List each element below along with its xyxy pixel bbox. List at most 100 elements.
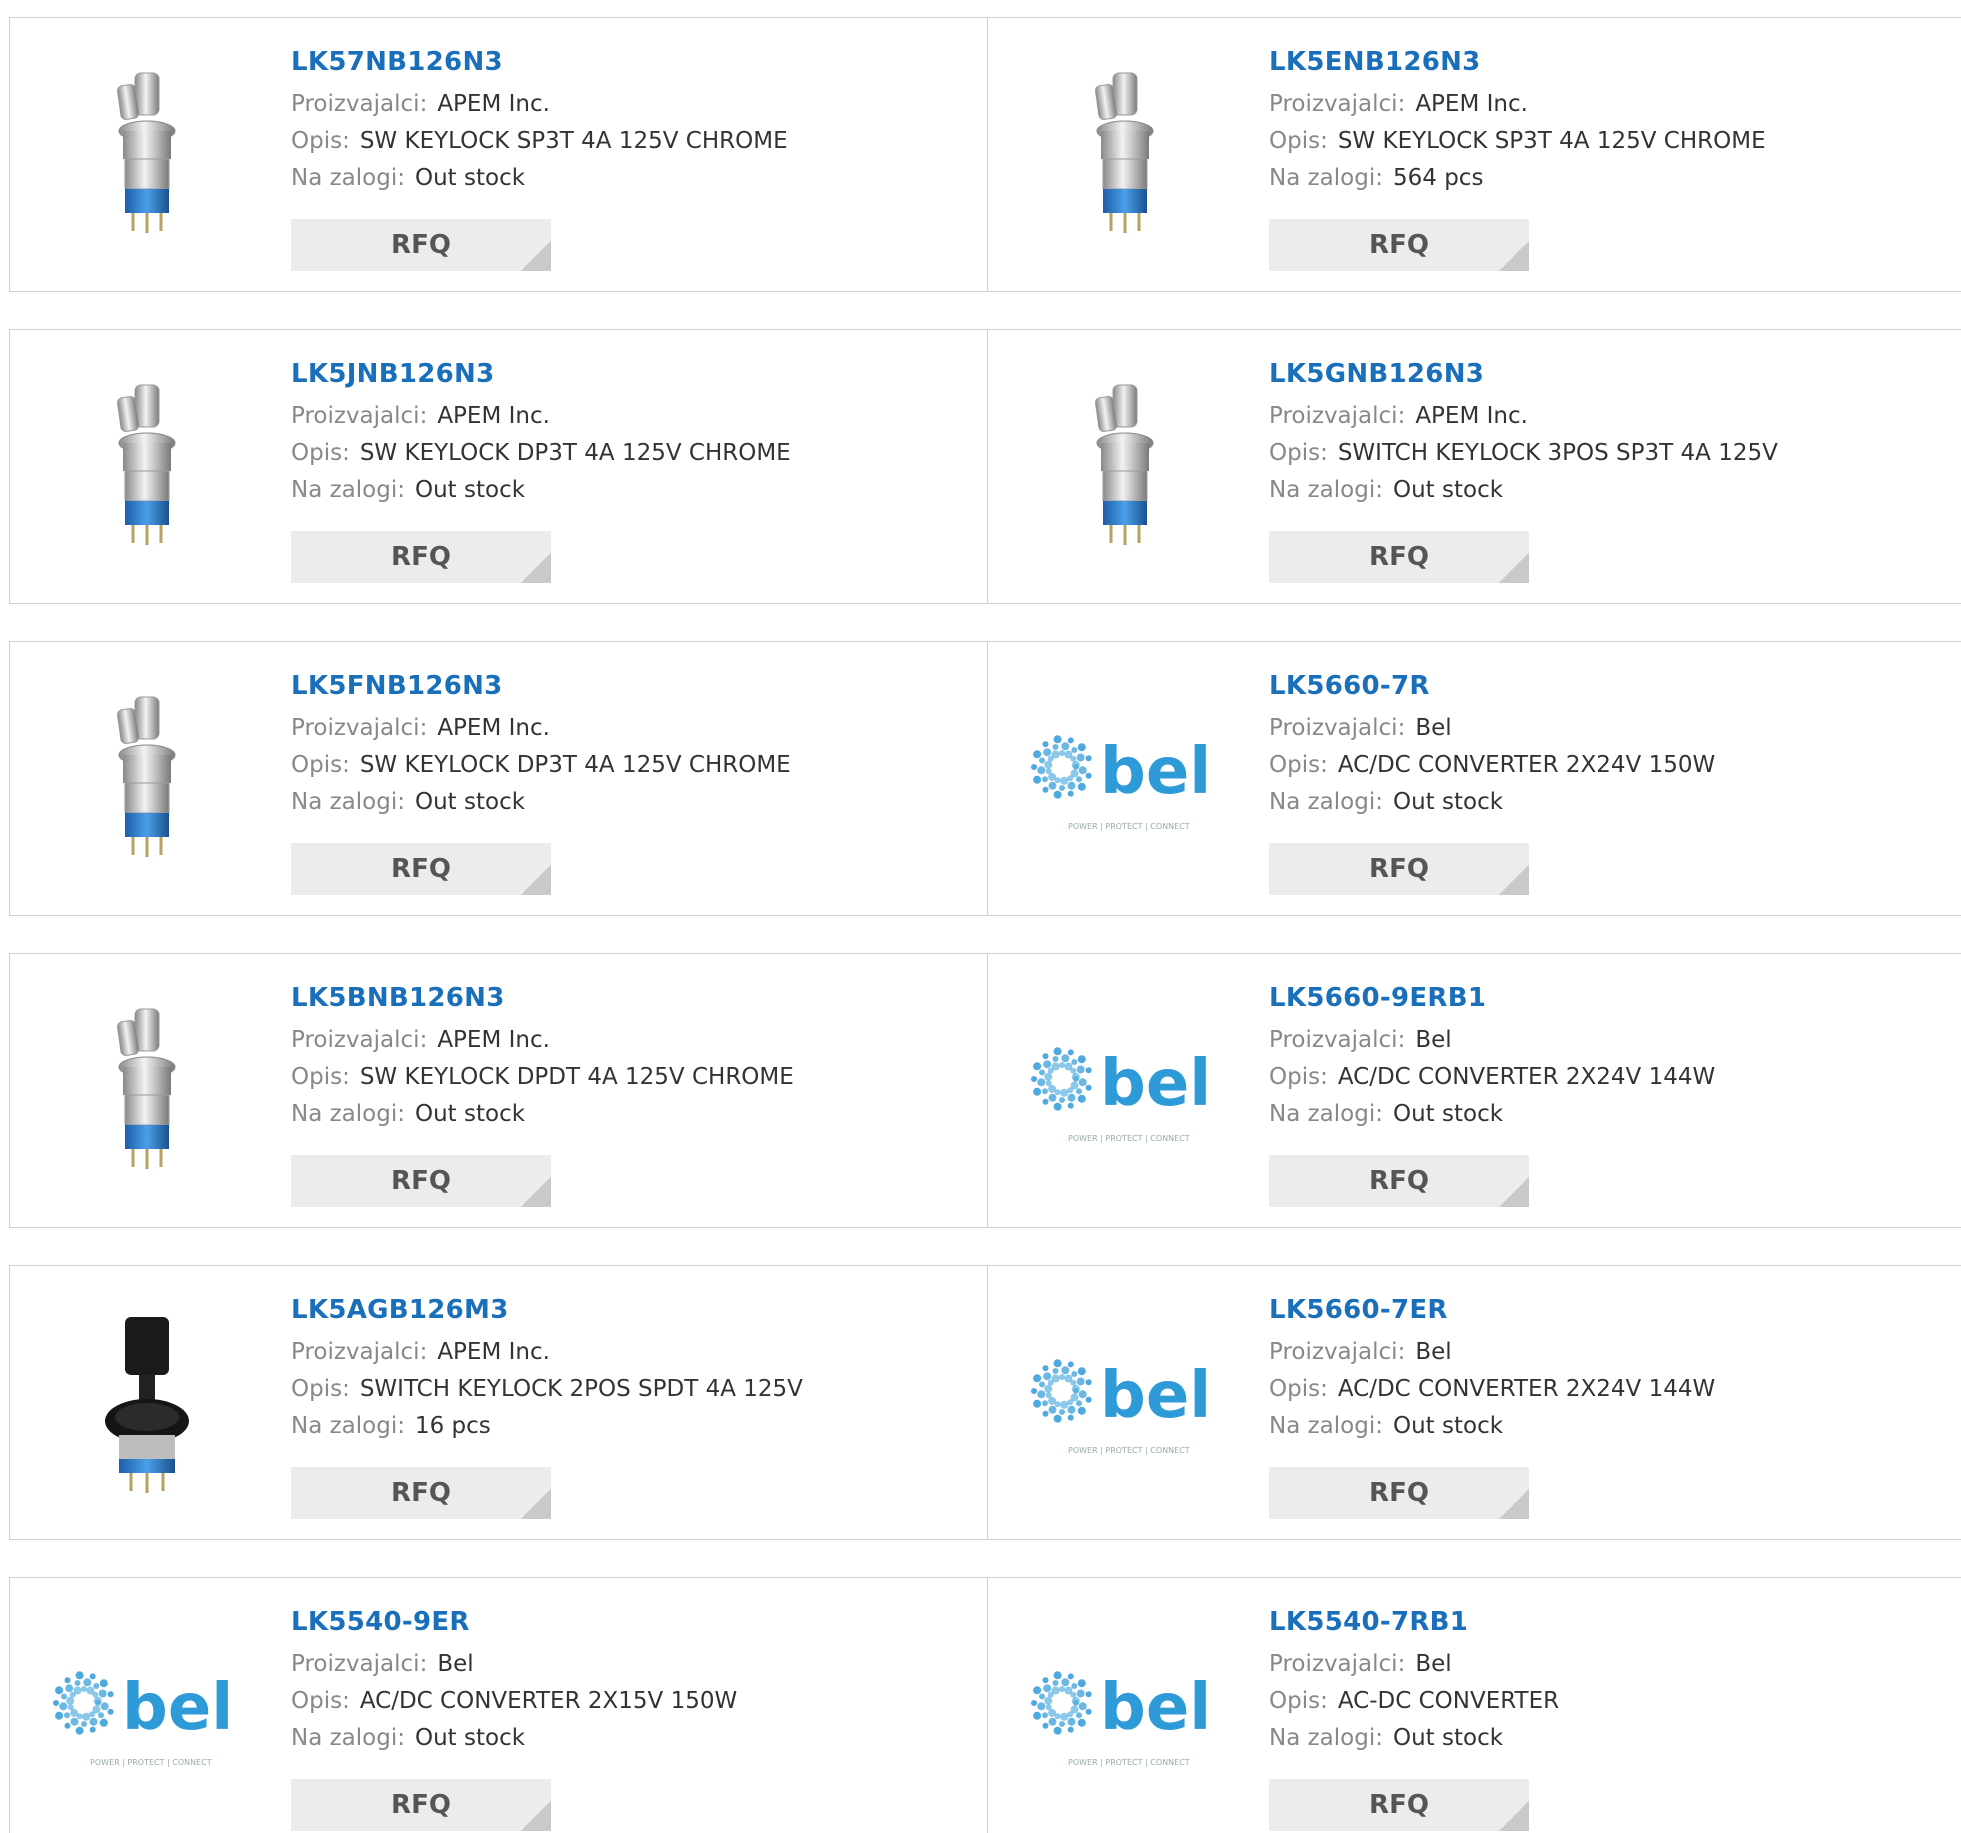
rfq-button-label: RFQ [1369, 542, 1429, 572]
rfq-button-label: RFQ [391, 230, 451, 260]
rfq-button[interactable]: RFQ [1269, 843, 1529, 895]
stock-value: Out stock [1392, 789, 1504, 815]
product-part-number-link[interactable]: LK5FNB126N3 [291, 670, 791, 702]
rfq-button-label: RFQ [391, 1166, 451, 1196]
product-part-number-link[interactable]: LK5BNB126N3 [291, 982, 794, 1014]
product-part-number-link[interactable]: LK5JNB126N3 [291, 358, 791, 390]
rfq-button[interactable]: RFQ [291, 1467, 551, 1519]
rfq-button[interactable]: RFQ [291, 1155, 551, 1207]
rfq-corner-triangle [1499, 865, 1529, 895]
bel-logo-tagline: POWER | PROTECT | CONNECT [90, 1758, 212, 1767]
bel-logo-text: bel [122, 1671, 233, 1745]
product-thumbnail[interactable] [50, 994, 250, 1194]
rfq-button[interactable]: RFQ [291, 843, 551, 895]
rfq-button-label: RFQ [1369, 1790, 1429, 1820]
manufacturer-row: Proizvajalci: APEM Inc. [1269, 398, 1778, 435]
description-row: Opis: SW KEYLOCK DPDT 4A 125V CHROME [291, 1059, 794, 1096]
manufacturer-row: Proizvajalci: Bel [1269, 1646, 1559, 1683]
description-value: SW KEYLOCK SP3T 4A 125V CHROME [1337, 128, 1766, 154]
stock-value: Out stock [1392, 477, 1504, 503]
rfq-corner-triangle [521, 865, 551, 895]
manufacturer-value: Bel [1415, 1027, 1452, 1053]
description-row: Opis: AC/DC CONVERTER 2X24V 144W [1269, 1371, 1715, 1408]
description-label: Opis: [1269, 752, 1328, 778]
rfq-button[interactable]: RFQ [291, 1779, 551, 1831]
rfq-button[interactable]: RFQ [1269, 1779, 1529, 1831]
rfq-button-label: RFQ [1369, 854, 1429, 884]
description-row: Opis: SW KEYLOCK DP3T 4A 125V CHROME [291, 435, 791, 472]
product-row: LK5JNB126N3 Proizvajalci: APEM Inc. Opis:… [9, 329, 1961, 604]
rfq-button[interactable]: RFQ [291, 219, 551, 271]
rfq-button[interactable]: RFQ [1269, 1155, 1529, 1207]
product-thumbnail[interactable]: bel POWER | PROTECT | CONNECT [1028, 682, 1228, 882]
product-thumbnail[interactable] [50, 1306, 250, 1506]
rfq-corner-triangle [1499, 1801, 1529, 1831]
product-thumbnail[interactable] [50, 58, 250, 258]
description-label: Opis: [291, 752, 350, 778]
manufacturer-label: Proizvajalci: [1269, 1027, 1406, 1053]
product-part-number-link[interactable]: LK5540-7RB1 [1269, 1606, 1559, 1638]
stock-value: Out stock [1392, 1413, 1504, 1439]
stock-label: Na zalogi: [291, 789, 405, 815]
product-card: bel POWER | PROTECT | CONNECT LK5660-7R … [987, 641, 1961, 916]
rfq-corner-triangle [521, 553, 551, 583]
description-row: Opis: AC/DC CONVERTER 2X24V 144W [1269, 1059, 1715, 1096]
stock-label: Na zalogi: [291, 1725, 405, 1751]
stock-value: Out stock [414, 789, 526, 815]
keylock-switch-chrome-image [95, 695, 205, 869]
product-part-number-link[interactable]: LK5AGB126M3 [291, 1294, 803, 1326]
manufacturer-label: Proizvajalci: [1269, 403, 1406, 429]
product-part-number-link[interactable]: LK57NB126N3 [291, 46, 788, 78]
description-row: Opis: SWITCH KEYLOCK 3POS SP3T 4A 125V [1269, 435, 1778, 472]
rfq-button-label: RFQ [391, 1790, 451, 1820]
stock-row: Na zalogi: Out stock [291, 784, 791, 821]
product-row: LK5AGB126M3 Proizvajalci: APEM Inc. Opis:… [9, 1265, 1961, 1540]
manufacturer-value: Bel [1415, 1339, 1452, 1365]
product-thumbnail[interactable] [50, 370, 250, 570]
product-thumbnail[interactable]: bel POWER | PROTECT | CONNECT [1028, 1618, 1228, 1818]
product-part-number-link[interactable]: LK5660-7R [1269, 670, 1715, 702]
manufacturer-row: Proizvajalci: Bel [1269, 710, 1715, 747]
description-value: SW KEYLOCK DP3T 4A 125V CHROME [359, 752, 791, 778]
product-thumbnail[interactable]: bel POWER | PROTECT | CONNECT [1028, 1306, 1228, 1506]
manufacturer-value: Bel [437, 1651, 474, 1677]
product-part-number-link[interactable]: LK5660-7ER [1269, 1294, 1715, 1326]
product-row: LK5FNB126N3 Proizvajalci: APEM Inc. Opis:… [9, 641, 1961, 916]
bel-logo-tagline: POWER | PROTECT | CONNECT [1068, 1758, 1190, 1767]
product-part-number-link[interactable]: LK5540-9ER [291, 1606, 737, 1638]
stock-label: Na zalogi: [291, 1101, 405, 1127]
stock-row: Na zalogi: Out stock [291, 472, 791, 509]
rfq-button-label: RFQ [1369, 1478, 1429, 1508]
manufacturer-row: Proizvajalci: APEM Inc. [291, 710, 791, 747]
rfq-corner-triangle [1499, 1177, 1529, 1207]
rfq-button[interactable]: RFQ [1269, 1467, 1529, 1519]
product-thumbnail[interactable] [50, 682, 250, 882]
stock-row: Na zalogi: Out stock [1269, 1720, 1559, 1757]
product-part-number-link[interactable]: LK5GNB126N3 [1269, 358, 1778, 390]
manufacturer-label: Proizvajalci: [1269, 1651, 1406, 1677]
manufacturer-value: APEM Inc. [437, 403, 550, 429]
product-thumbnail[interactable]: bel POWER | PROTECT | CONNECT [1028, 994, 1228, 1194]
rfq-button[interactable]: RFQ [1269, 531, 1529, 583]
rfq-button-label: RFQ [1369, 1166, 1429, 1196]
product-row: bel POWER | PROTECT | CONNECT LK5540-9ER… [9, 1577, 1961, 1833]
product-thumbnail[interactable] [1028, 58, 1228, 258]
stock-row: Na zalogi: Out stock [1269, 1408, 1715, 1445]
manufacturer-value: APEM Inc. [437, 1339, 550, 1365]
description-value: SW KEYLOCK DPDT 4A 125V CHROME [359, 1064, 794, 1090]
manufacturer-value: APEM Inc. [1415, 403, 1528, 429]
stock-label: Na zalogi: [291, 1413, 405, 1439]
rfq-button[interactable]: RFQ [291, 531, 551, 583]
stock-value: 564 pcs [1392, 165, 1484, 191]
product-part-number-link[interactable]: LK5ENB126N3 [1269, 46, 1766, 78]
manufacturer-label: Proizvajalci: [291, 715, 428, 741]
bel-logo-text: bel [1100, 1047, 1211, 1121]
stock-label: Na zalogi: [291, 165, 405, 191]
product-thumbnail[interactable]: bel POWER | PROTECT | CONNECT [50, 1618, 250, 1818]
description-label: Opis: [291, 1064, 350, 1090]
manufacturer-value: APEM Inc. [1415, 91, 1528, 117]
rfq-button[interactable]: RFQ [1269, 219, 1529, 271]
manufacturer-row: Proizvajalci: APEM Inc. [291, 398, 791, 435]
product-part-number-link[interactable]: LK5660-9ERB1 [1269, 982, 1715, 1014]
product-thumbnail[interactable] [1028, 370, 1228, 570]
